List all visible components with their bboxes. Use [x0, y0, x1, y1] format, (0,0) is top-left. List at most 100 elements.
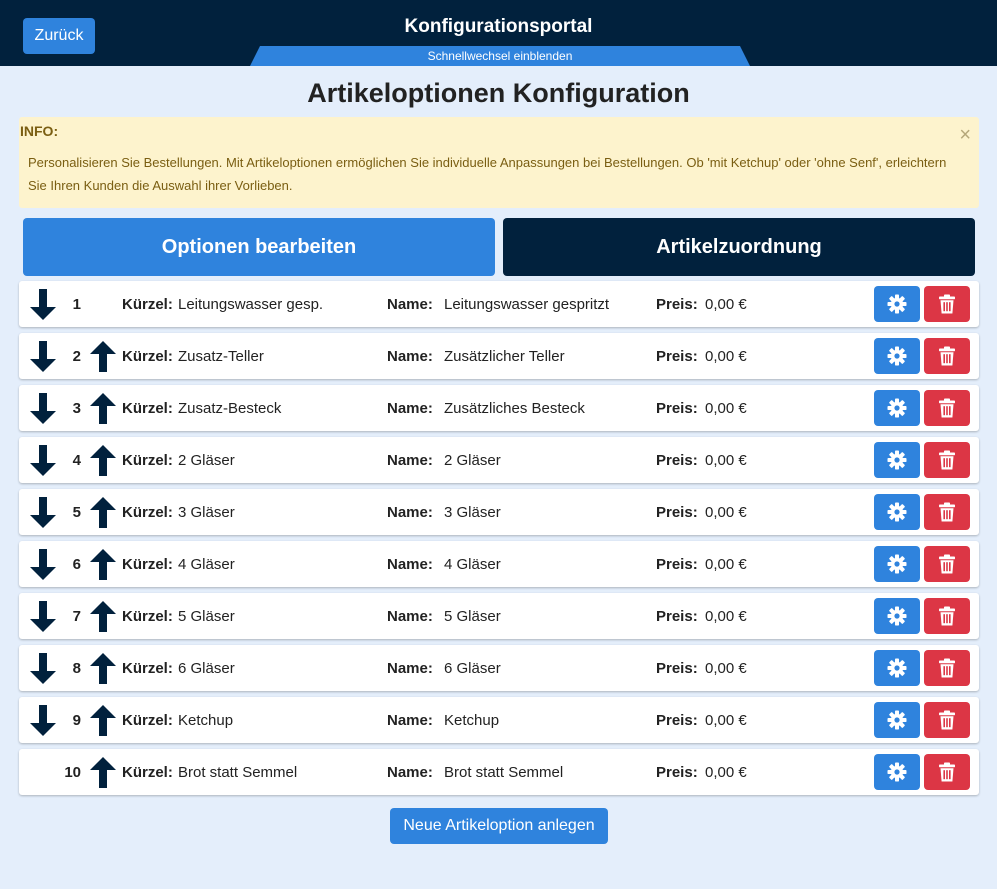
name-value: 2 Gläser — [444, 452, 501, 469]
new-option-button[interactable]: Neue Artikeloption anlegen — [390, 808, 608, 844]
short-label: Kürzel: — [122, 452, 173, 469]
arrow-down-icon[interactable] — [30, 289, 56, 320]
short-value: 6 Gläser — [178, 660, 235, 677]
name-value: 5 Gläser — [444, 608, 501, 625]
arrow-down-icon[interactable] — [30, 549, 56, 580]
arrow-down-icon[interactable] — [30, 601, 56, 632]
top-navbar: Zurück Konfigurationsportal Schnellwechs… — [0, 0, 997, 66]
settings-button[interactable] — [874, 702, 920, 738]
price-label: Preis: — [656, 452, 698, 469]
quickswitch-toggle[interactable]: Schnellwechsel einblenden — [250, 46, 750, 66]
name-label: Name: — [387, 400, 433, 417]
settings-button[interactable] — [874, 442, 920, 478]
price-label: Preis: — [656, 296, 698, 313]
delete-button[interactable] — [924, 286, 970, 322]
settings-button[interactable] — [874, 494, 920, 530]
arrow-up-icon[interactable] — [90, 705, 116, 736]
short-label: Kürzel: — [122, 712, 173, 729]
settings-button[interactable] — [874, 338, 920, 374]
price-value: 0,00 € — [705, 400, 747, 417]
settings-button[interactable] — [874, 650, 920, 686]
settings-button[interactable] — [874, 598, 920, 634]
name-label: Name: — [387, 660, 433, 677]
arrow-up-icon[interactable] — [90, 445, 116, 476]
delete-button[interactable] — [924, 754, 970, 790]
price-label: Preis: — [656, 556, 698, 573]
option-number: 8 — [72, 660, 81, 677]
name-value: Zusätzliches Besteck — [444, 400, 585, 417]
short-value: 4 Gläser — [178, 556, 235, 573]
option-row: 9 Kürzel: Ketchup Name: Ketchup Preis: 0,00 € — [19, 697, 979, 743]
arrow-down-icon[interactable] — [30, 445, 56, 476]
option-row: 2 Kürzel: Zusatz-Teller Name: Zusätzlicher T… — [19, 333, 979, 379]
settings-button[interactable] — [874, 546, 920, 582]
info-heading: INFO: — [20, 123, 59, 139]
option-number: 6 — [72, 556, 81, 573]
option-row: 5 Kürzel: 3 Gläser Name: 3 Gläser Preis: 0,00 … — [19, 489, 979, 535]
short-label: Kürzel: — [122, 504, 173, 521]
settings-button[interactable] — [874, 390, 920, 426]
delete-button[interactable] — [924, 338, 970, 374]
short-label: Kürzel: — [122, 660, 173, 677]
name-value: Ketchup — [444, 712, 500, 729]
price-label: Preis: — [656, 712, 698, 729]
option-row: 4 Kürzel: 2 Gläser Name: 2 Gläser Preis: 0,00 … — [19, 437, 979, 483]
arrow-down-icon[interactable] — [30, 393, 56, 424]
price-value: 0,00 € — [705, 608, 747, 625]
delete-button[interactable] — [924, 702, 970, 738]
settings-button[interactable] — [874, 286, 920, 322]
price-value: 0,00 € — [705, 764, 747, 781]
arrow-up-icon[interactable] — [90, 497, 116, 528]
name-value: Zusätzlicher Teller — [444, 348, 565, 365]
arrow-up-icon[interactable] — [90, 653, 116, 684]
option-number: 2 — [72, 348, 81, 365]
tab-edit-options[interactable]: Optionen bearbeiten — [23, 218, 495, 276]
options-list: 1 Kürzel: Leitungswasser gesp. Name: Leitung… — [19, 281, 979, 801]
short-label: Kürzel: — [122, 608, 173, 625]
delete-button[interactable] — [924, 494, 970, 530]
arrow-up-icon[interactable] — [90, 549, 116, 580]
price-label: Preis: — [656, 400, 698, 417]
arrow-up-icon[interactable] — [90, 757, 116, 788]
arrow-up-icon[interactable] — [90, 601, 116, 632]
settings-button[interactable] — [874, 754, 920, 790]
arrow-up-icon[interactable] — [90, 341, 116, 372]
short-label: Kürzel: — [122, 348, 173, 365]
delete-button[interactable] — [924, 442, 970, 478]
tab-article-assignment[interactable]: Artikelzuordnung — [503, 218, 975, 276]
option-number: 3 — [72, 400, 81, 417]
page-title: Artikeloptionen Konfiguration — [307, 78, 690, 108]
price-value: 0,00 € — [705, 660, 747, 677]
option-row: 3 Kürzel: Zusatz-Besteck Name: Zusätzliches … — [19, 385, 979, 431]
arrow-down-icon[interactable] — [30, 705, 56, 736]
name-value: Brot statt Semmel — [444, 764, 564, 781]
delete-button[interactable] — [924, 390, 970, 426]
name-value: Leitungswasser gespritzt — [444, 296, 610, 313]
option-row: 10 Kürzel: Brot statt Semmel Name: Brot stat… — [19, 749, 979, 795]
price-value: 0,00 € — [705, 452, 747, 469]
short-value: Ketchup — [178, 712, 234, 729]
delete-button[interactable] — [924, 598, 970, 634]
short-label: Kürzel: — [122, 296, 173, 313]
close-icon[interactable]: × — [959, 125, 971, 145]
arrow-down-icon[interactable] — [30, 341, 56, 372]
price-value: 0,00 € — [705, 556, 747, 573]
short-label: Kürzel: — [122, 400, 173, 417]
short-value: 2 Gläser — [178, 452, 235, 469]
option-row: 8 Kürzel: 6 Gläser Name: 6 Gläser Preis: 0,00 … — [19, 645, 979, 691]
delete-button[interactable] — [924, 650, 970, 686]
arrow-up-icon[interactable] — [90, 393, 116, 424]
info-text: Personalisieren Sie Bestellungen. Mit Ar… — [28, 155, 947, 193]
option-number: 4 — [72, 452, 81, 469]
name-label: Name: — [387, 452, 433, 469]
arrow-down-icon[interactable] — [30, 653, 56, 684]
option-number: 1 — [72, 296, 81, 313]
option-row: 7 Kürzel: 5 Gläser Name: 5 Gläser Preis: 0,00 … — [19, 593, 979, 639]
short-value: Zusatz-Teller — [178, 348, 264, 365]
price-label: Preis: — [656, 608, 698, 625]
portal-title: Konfigurationsportal — [404, 16, 593, 37]
arrow-down-icon[interactable] — [30, 497, 56, 528]
short-value: Brot statt Semmel — [178, 764, 298, 781]
short-value: Leitungswasser gesp. — [178, 296, 324, 313]
delete-button[interactable] — [924, 546, 970, 582]
